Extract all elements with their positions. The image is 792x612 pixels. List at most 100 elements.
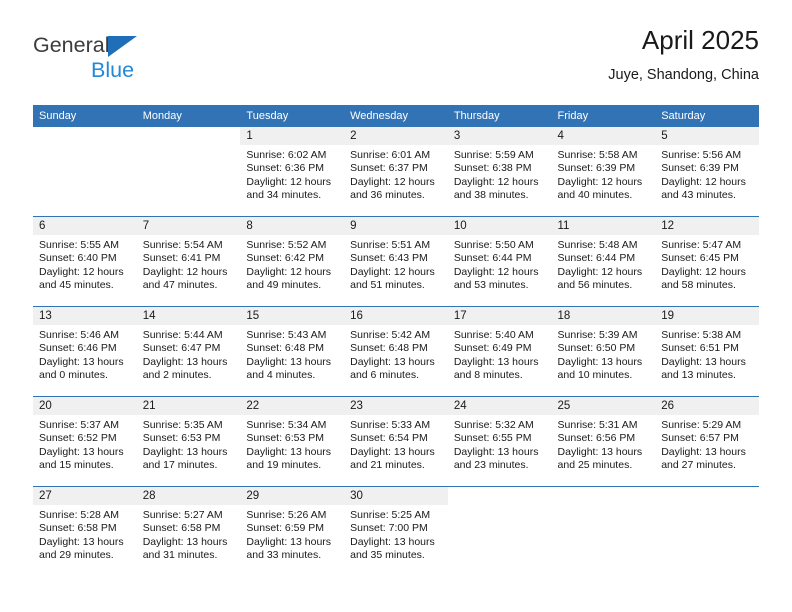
daylight-duration-line2: and 17 minutes. [142, 459, 218, 472]
day-sun-info: Sunrise: 5:38 AM Sunset: 6:51 PM Daylight:… [655, 325, 759, 383]
day-sun-info: Sunrise: 5:47 AM Sunset: 6:45 PM Daylight:… [655, 235, 759, 293]
calendar-day-cell[interactable]: 5 Sunrise: 5:56 AM Sunset: 6:39 PM Daylight… [655, 127, 759, 217]
calendar-day-cell[interactable]: 23 Sunrise: 5:33 AM Sunset: 6:54 PM Dayligh… [344, 396, 448, 487]
page-subtitle: Juye, Shandong, China [608, 67, 759, 83]
calendar-day-cell[interactable]: 1 Sunrise: 6:02 AM Sunset: 6:36 PM Daylight… [240, 127, 345, 217]
day-sun-info: Sunrise: 5:51 AM Sunset: 6:43 PM Daylight:… [344, 235, 448, 293]
day-cell-content: 25 Sunrise: 5:31 AM Sunset: 6:56 PM Dayligh… [551, 397, 656, 486]
sunrise-time: Sunrise: 5:59 AM [453, 149, 534, 161]
daylight-duration-line1: Daylight: 12 hours [246, 265, 332, 278]
day-number: 21 [136, 397, 241, 415]
sunset-time: Sunset: 6:59 PM [246, 522, 325, 535]
sunrise-time: Sunrise: 5:32 AM [453, 419, 534, 431]
calendar-day-cell[interactable]: 6 Sunrise: 5:55 AM Sunset: 6:40 PM Daylight… [33, 216, 137, 307]
sunrise-time: Sunrise: 5:54 AM [142, 239, 223, 251]
daylight-duration-line1: Daylight: 13 hours [453, 355, 539, 368]
calendar-day-cell[interactable]: 4 Sunrise: 5:58 AM Sunset: 6:39 PM Daylight… [551, 127, 656, 217]
calendar-day-cell[interactable]: 26 Sunrise: 5:29 AM Sunset: 6:57 PM Dayligh… [655, 396, 759, 487]
daylight-duration-line2: and 13 minutes. [661, 369, 736, 382]
calendar-empty-cell [33, 127, 137, 217]
day-number: 2 [344, 127, 448, 145]
calendar-day-cell[interactable]: 3 Sunrise: 5:59 AM Sunset: 6:38 PM Daylight… [447, 127, 552, 217]
calendar-day-cell[interactable]: 10 Sunrise: 5:50 AM Sunset: 6:44 PM Dayligh… [447, 216, 552, 307]
day-number: 14 [136, 307, 241, 325]
sunset-time: Sunset: 6:58 PM [39, 522, 117, 535]
calendar-day-cell[interactable]: 21 Sunrise: 5:35 AM Sunset: 6:53 PM Dayligh… [136, 396, 241, 487]
day-cell-content: 11 Sunrise: 5:48 AM Sunset: 6:44 PM Dayligh… [551, 217, 656, 306]
day-cell-content: 16 Sunrise: 5:42 AM Sunset: 6:48 PM Dayligh… [344, 307, 448, 396]
daylight-duration-line2: and 31 minutes. [142, 549, 218, 562]
daylight-duration-line1: Daylight: 13 hours [453, 445, 539, 458]
daylight-duration-line1: Daylight: 13 hours [39, 445, 124, 458]
calendar-day-cell[interactable]: 13 Sunrise: 5:46 AM Sunset: 6:46 PM Dayligh… [33, 306, 137, 397]
calendar-day-cell[interactable]: 20 Sunrise: 5:37 AM Sunset: 6:52 PM Dayligh… [33, 396, 137, 487]
calendar-day-cell[interactable]: 12 Sunrise: 5:47 AM Sunset: 6:45 PM Dayligh… [655, 216, 759, 307]
daylight-duration-line1: Daylight: 13 hours [39, 535, 124, 548]
sunrise-time: Sunrise: 5:26 AM [246, 509, 327, 521]
calendar-day-cell[interactable]: 24 Sunrise: 5:32 AM Sunset: 6:55 PM Dayligh… [447, 396, 552, 487]
daylight-duration-line1: Daylight: 12 hours [350, 265, 435, 278]
daylight-duration-line1: Daylight: 12 hours [661, 265, 746, 278]
calendar-day-cell[interactable]: 29 Sunrise: 5:26 AM Sunset: 6:59 PM Dayligh… [240, 486, 345, 576]
logo-text-blue: Blue [91, 58, 135, 82]
day-cell-content: 27 Sunrise: 5:28 AM Sunset: 6:58 PM Dayligh… [33, 487, 137, 576]
calendar-day-cell[interactable]: 7 Sunrise: 5:54 AM Sunset: 6:41 PM Daylight… [136, 216, 241, 307]
sunset-time: Sunset: 6:53 PM [246, 432, 325, 445]
calendar-day-cell[interactable]: 22 Sunrise: 5:34 AM Sunset: 6:53 PM Dayligh… [240, 396, 345, 487]
day-sun-info: Sunrise: 5:25 AM Sunset: 7:00 PM Daylight:… [344, 505, 448, 563]
sunset-time: Sunset: 6:39 PM [557, 162, 636, 175]
sunset-time: Sunset: 6:54 PM [350, 432, 428, 445]
day-number: 23 [344, 397, 448, 415]
day-cell-content: 21 Sunrise: 5:35 AM Sunset: 6:53 PM Dayligh… [136, 397, 241, 486]
sunrise-time: Sunrise: 5:50 AM [453, 239, 534, 251]
day-cell-content: 3 Sunrise: 5:59 AM Sunset: 6:38 PM Daylight… [447, 127, 552, 216]
day-number: 4 [551, 127, 656, 145]
calendar-day-cell[interactable]: 19 Sunrise: 5:38 AM Sunset: 6:51 PM Dayligh… [655, 306, 759, 397]
daylight-duration-line2: and 0 minutes. [39, 369, 108, 382]
daylight-duration-line2: and 19 minutes. [246, 459, 322, 472]
calendar-day-cell[interactable]: 9 Sunrise: 5:51 AM Sunset: 6:43 PM Daylight… [344, 216, 448, 307]
sunset-time: Sunset: 6:45 PM [661, 252, 739, 265]
day-number [137, 127, 241, 145]
calendar-day-cell[interactable]: 25 Sunrise: 5:31 AM Sunset: 6:56 PM Dayligh… [551, 396, 656, 487]
daylight-duration-line1: Daylight: 12 hours [453, 175, 539, 188]
day-number: 5 [655, 127, 759, 145]
calendar-day-cell[interactable]: 17 Sunrise: 5:40 AM Sunset: 6:49 PM Dayligh… [447, 306, 552, 397]
sunset-time: Sunset: 6:43 PM [350, 252, 428, 265]
day-sun-info: Sunrise: 5:37 AM Sunset: 6:52 PM Daylight:… [33, 415, 137, 473]
day-number: 29 [240, 487, 345, 505]
sunrise-time: Sunrise: 5:37 AM [39, 419, 119, 431]
calendar-day-cell[interactable]: 16 Sunrise: 5:42 AM Sunset: 6:48 PM Dayligh… [344, 306, 448, 397]
sunrise-time: Sunrise: 5:39 AM [557, 329, 638, 341]
calendar-day-cell[interactable]: 27 Sunrise: 5:28 AM Sunset: 6:58 PM Dayligh… [33, 486, 137, 576]
daylight-duration-line1: Daylight: 13 hours [350, 355, 435, 368]
calendar-empty-cell [655, 486, 759, 576]
calendar-day-cell[interactable]: 8 Sunrise: 5:52 AM Sunset: 6:42 PM Daylight… [240, 216, 345, 307]
daylight-duration-line2: and 33 minutes. [246, 549, 322, 562]
calendar-day-cell[interactable]: 28 Sunrise: 5:27 AM Sunset: 6:58 PM Dayligh… [136, 486, 241, 576]
calendar-day-cell[interactable]: 11 Sunrise: 5:48 AM Sunset: 6:44 PM Dayligh… [551, 216, 656, 307]
day-sun-info: Sunrise: 5:42 AM Sunset: 6:48 PM Daylight:… [344, 325, 448, 383]
daylight-duration-line1: Daylight: 12 hours [661, 175, 746, 188]
day-cell-content: 17 Sunrise: 5:40 AM Sunset: 6:49 PM Dayligh… [447, 307, 552, 396]
day-cell-content: 15 Sunrise: 5:43 AM Sunset: 6:48 PM Dayligh… [240, 307, 345, 396]
page-title: April 2025 [641, 25, 759, 55]
day-sun-info: Sunrise: 5:33 AM Sunset: 6:54 PM Daylight:… [344, 415, 448, 473]
day-number: 7 [136, 217, 241, 235]
sunset-time: Sunset: 6:46 PM [39, 342, 117, 355]
calendar-day-cell[interactable]: 15 Sunrise: 5:43 AM Sunset: 6:48 PM Dayligh… [240, 306, 345, 397]
calendar-day-cell[interactable]: 18 Sunrise: 5:39 AM Sunset: 6:50 PM Dayligh… [551, 306, 656, 397]
calendar-day-cell[interactable]: 14 Sunrise: 5:44 AM Sunset: 6:47 PM Dayligh… [136, 306, 241, 397]
day-number: 26 [655, 397, 759, 415]
calendar-day-cell[interactable]: 2 Sunrise: 6:01 AM Sunset: 6:37 PM Daylight… [344, 127, 448, 217]
calendar-day-cell[interactable]: 30 Sunrise: 5:25 AM Sunset: 7:00 PM Dayligh… [344, 486, 448, 576]
sunrise-time: Sunrise: 5:48 AM [557, 239, 638, 251]
day-cell-content: 6 Sunrise: 5:55 AM Sunset: 6:40 PM Daylight… [33, 217, 137, 306]
daylight-duration-line2: and 56 minutes. [557, 279, 633, 292]
daylight-duration-line1: Daylight: 13 hours [661, 445, 746, 458]
sunset-time: Sunset: 6:44 PM [453, 252, 532, 265]
day-sun-info: Sunrise: 5:56 AM Sunset: 6:39 PM Daylight:… [655, 145, 759, 203]
day-cell-content: 24 Sunrise: 5:32 AM Sunset: 6:55 PM Dayligh… [447, 397, 552, 486]
day-sun-info: Sunrise: 5:27 AM Sunset: 6:58 PM Daylight:… [137, 505, 241, 563]
sunset-time: Sunset: 6:52 PM [39, 432, 117, 445]
